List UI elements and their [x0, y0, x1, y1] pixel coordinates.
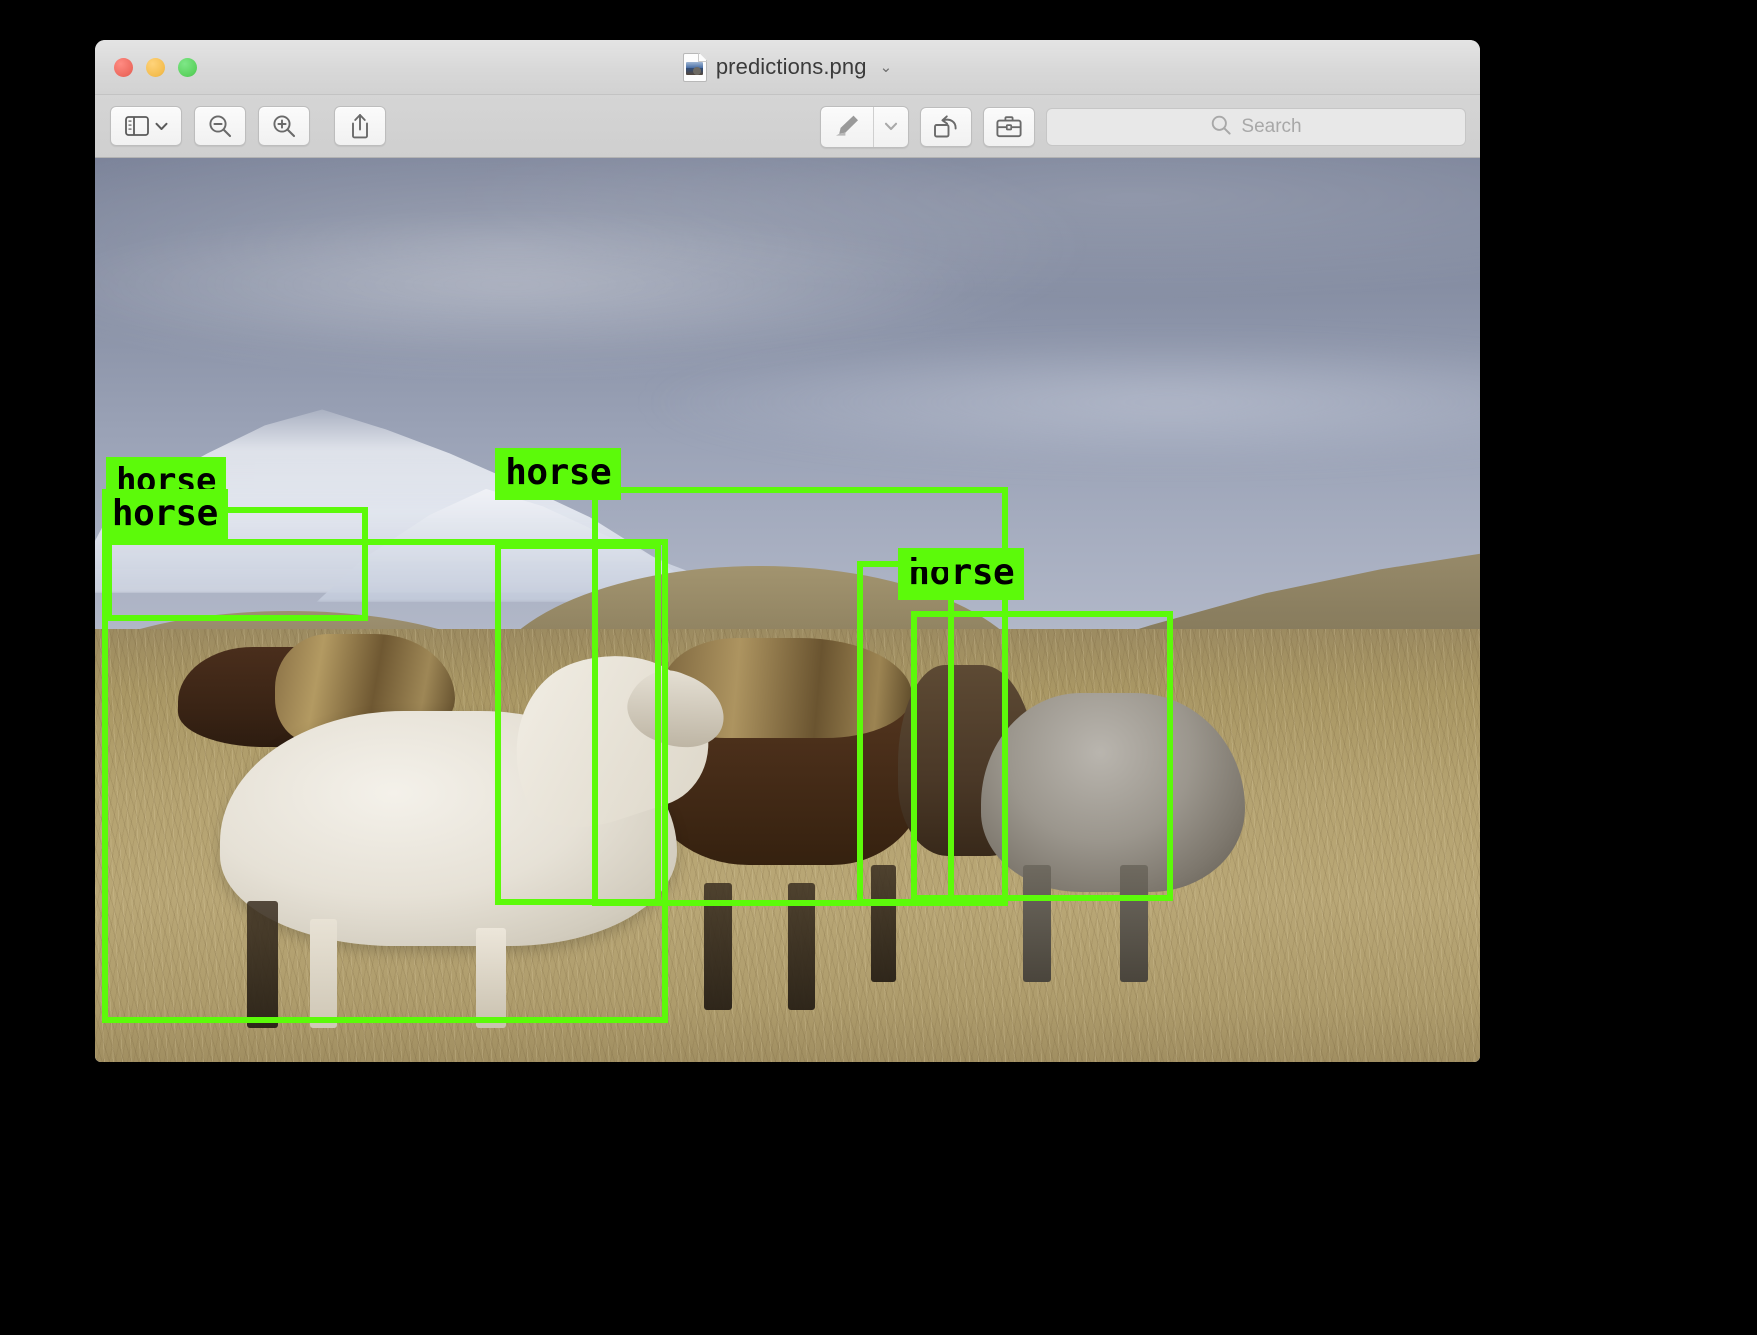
toolbar: Search	[95, 95, 1480, 158]
marker-pen-icon	[833, 113, 861, 142]
detection-box	[910, 611, 1173, 901]
rotate-left-icon	[932, 114, 960, 140]
zoom-in-button[interactable]	[258, 106, 310, 146]
image-document-icon	[682, 52, 707, 82]
search-icon	[1210, 114, 1232, 141]
toolbar-left-group	[110, 106, 386, 146]
sidebar-toggle-button[interactable]	[110, 106, 182, 146]
markup-toolbar-button[interactable]	[983, 107, 1035, 147]
window-titlebar[interactable]: predictions.png ⌄	[95, 40, 1480, 95]
detection-overlay: horse horse horse horse	[95, 158, 1480, 1062]
search-input[interactable]: Search	[1046, 108, 1466, 146]
markup-button[interactable]	[821, 107, 873, 147]
sidebar-icon	[124, 116, 149, 136]
search-placeholder: Search	[1241, 116, 1302, 137]
chevron-down-icon	[155, 122, 168, 131]
window-title: predictions.png	[715, 54, 867, 79]
share-icon	[349, 113, 371, 139]
chevron-down-icon	[884, 118, 898, 136]
markup-control	[820, 106, 909, 148]
close-button[interactable]	[114, 58, 133, 77]
toolbar-right-group: Search	[820, 106, 1466, 148]
maximize-button[interactable]	[178, 58, 197, 77]
markup-dropdown-button[interactable]	[873, 107, 908, 147]
window-controls	[114, 58, 197, 77]
chevron-down-icon[interactable]: ⌄	[880, 58, 893, 76]
window-title-area: predictions.png ⌄	[95, 40, 1480, 94]
zoom-out-button[interactable]	[194, 106, 246, 146]
minimize-button[interactable]	[146, 58, 165, 77]
zoom-in-icon	[271, 113, 297, 139]
toolbox-icon	[995, 115, 1023, 139]
rotate-left-button[interactable]	[920, 107, 972, 147]
zoom-out-icon	[207, 113, 233, 139]
detection-label: horse	[101, 488, 228, 541]
image-viewer-canvas[interactable]: horse horse horse horse	[95, 158, 1480, 1062]
share-button[interactable]	[334, 106, 386, 146]
preview-window: predictions.png ⌄ Search horse horse hor…	[95, 40, 1480, 1062]
